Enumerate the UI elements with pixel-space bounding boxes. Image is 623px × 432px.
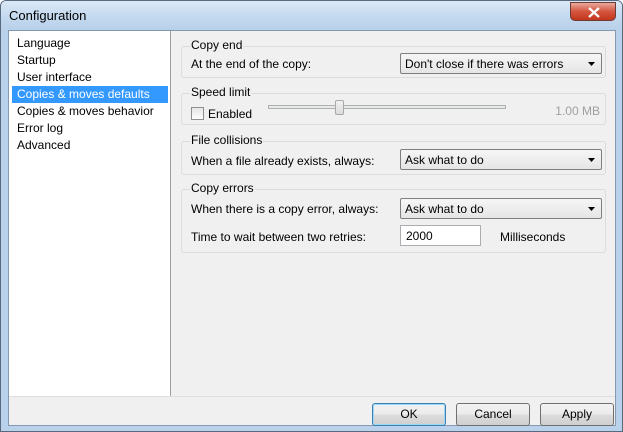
close-icon <box>588 7 600 18</box>
speed-limit-slider-thumb[interactable] <box>334 100 344 115</box>
copy-errors-dropdown[interactable]: Ask what to do <box>400 198 602 219</box>
speed-limit-group: Speed limit Enabled 1.00 MB <box>181 85 606 125</box>
apply-button[interactable]: Apply <box>540 403 614 426</box>
copy-end-label: At the end of the copy: <box>191 57 312 71</box>
sidebar-item-startup[interactable]: Startup <box>12 52 168 69</box>
close-button[interactable] <box>570 2 616 21</box>
copy-end-value: Don't close if there was errors <box>405 57 564 71</box>
retry-wait-unit: Milliseconds <box>500 230 566 244</box>
file-collisions-value: Ask what to do <box>405 153 484 167</box>
file-collisions-group: File collisions When a file already exis… <box>181 133 606 175</box>
sidebar-item-copies-moves-behavior[interactable]: Copies & moves behavior <box>12 103 168 120</box>
title-bar[interactable]: Configuration <box>1 1 622 30</box>
client-area: Language Startup User interface Copies &… <box>8 30 616 426</box>
retry-wait-label: Time to wait between two retries: <box>191 230 366 244</box>
window-title: Configuration <box>9 8 87 23</box>
settings-sidebar: Language Startup User interface Copies &… <box>9 31 171 396</box>
copy-end-dropdown[interactable]: Don't close if there was errors <box>400 53 602 74</box>
retry-wait-field[interactable] <box>401 226 480 245</box>
ok-button[interactable]: OK <box>372 403 446 426</box>
speed-limit-value: 1.00 MB <box>555 104 600 118</box>
speed-limit-enabled-label: Enabled <box>208 107 253 121</box>
cancel-button[interactable]: Cancel <box>456 403 530 426</box>
speed-limit-title: Speed limit <box>190 85 252 99</box>
copy-errors-label: When there is a copy error, always: <box>191 202 379 216</box>
chevron-down-icon <box>588 158 595 162</box>
speed-limit-slider-track[interactable] <box>268 105 506 109</box>
sidebar-item-error-log[interactable]: Error log <box>12 120 168 137</box>
chevron-down-icon <box>588 207 595 211</box>
configuration-window: Configuration Language Startup User inte… <box>0 0 623 432</box>
copy-errors-group: Copy errors When there is a copy error, … <box>181 181 606 253</box>
speed-limit-enabled-checkbox[interactable] <box>191 107 204 120</box>
file-collisions-title: File collisions <box>190 133 264 147</box>
copy-end-group: Copy end At the end of the copy: Don't c… <box>181 38 606 78</box>
file-collisions-dropdown[interactable]: Ask what to do <box>400 149 602 170</box>
sidebar-item-advanced[interactable]: Advanced <box>12 137 168 154</box>
chevron-down-icon <box>588 62 595 66</box>
copy-errors-title: Copy errors <box>190 181 255 195</box>
copy-end-title: Copy end <box>190 38 244 52</box>
retry-wait-input[interactable] <box>400 225 481 246</box>
sidebar-item-user-interface[interactable]: User interface <box>12 69 168 86</box>
sidebar-item-copies-moves-defaults[interactable]: Copies & moves defaults <box>12 86 168 103</box>
file-collisions-label: When a file already exists, always: <box>191 154 375 168</box>
dialog-button-bar: OK Cancel Apply <box>9 396 615 426</box>
sidebar-item-language[interactable]: Language <box>12 35 168 52</box>
copy-errors-value: Ask what to do <box>405 202 484 216</box>
